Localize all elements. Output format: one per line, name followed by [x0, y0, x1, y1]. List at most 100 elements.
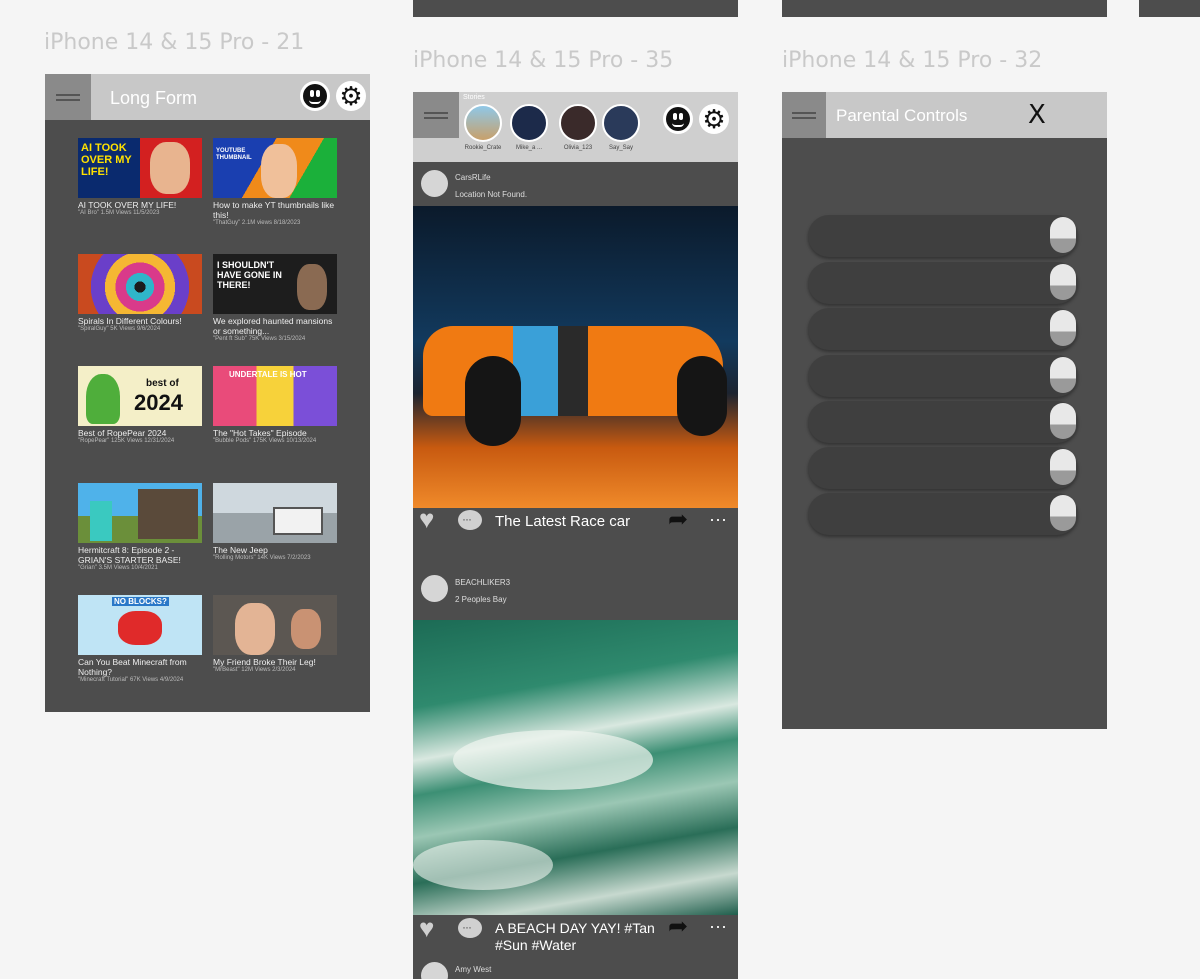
video-card[interactable]: NO BLOCKS? Can You Beat Minecraft from N… [78, 595, 202, 684]
story-item[interactable]: Rookie_Crate [463, 104, 503, 151]
menu-icon[interactable] [45, 74, 91, 120]
profile-icon[interactable] [663, 104, 693, 134]
gear-icon[interactable]: ⚙ [336, 81, 366, 111]
video-meta: "Minecraft Tutorial" 67K Views 4/9/2024 [78, 677, 184, 683]
video-card[interactable]: AI TOOK OVER MY LIFE! AI TOOK OVER MY LI… [78, 138, 202, 217]
video-card[interactable]: I SHOULDN'T HAVE GONE IN THERE! We explo… [213, 254, 337, 343]
heart-icon[interactable]: ♥ [419, 506, 434, 532]
story-name: Say_Say [608, 145, 633, 151]
jeep-thumb [273, 507, 323, 535]
header-bar: Parental Controls X [782, 92, 1107, 138]
comment-icon[interactable] [458, 510, 482, 530]
face-thumb [297, 264, 327, 310]
post-username[interactable]: Amy West [455, 965, 491, 974]
page-title: Parental Controls [836, 106, 968, 125]
partial-frame [413, 0, 738, 17]
video-thumbnail[interactable] [213, 483, 337, 543]
story-avatar [559, 104, 597, 142]
post-actions: ♥ The Latest Race car ➦ ··· [413, 506, 738, 536]
toggle-knob[interactable] [1050, 264, 1076, 300]
video-title: Can You Beat Minecraft from Nothing? [78, 657, 187, 677]
toggle-switch[interactable] [808, 401, 1078, 443]
partial-frame [782, 0, 1107, 17]
post-image[interactable] [413, 206, 738, 508]
race-car-wheel [465, 356, 521, 446]
toggle-switch[interactable] [808, 355, 1078, 397]
toggle-switch[interactable] [808, 447, 1078, 489]
story-name: Mike_a ... [515, 145, 542, 151]
thumbnail-text: AI TOOK OVER MY LIFE! [81, 142, 132, 178]
share-icon[interactable]: ➦ [668, 915, 688, 939]
avatar[interactable] [421, 170, 448, 197]
post-header: BEACHLIKER3 2 Peoples Bay [413, 567, 738, 611]
toggle-switch[interactable] [808, 262, 1078, 304]
thumbnail-text: NO BLOCKS? [112, 597, 169, 606]
menu-icon[interactable] [782, 92, 826, 138]
toggle-knob[interactable] [1050, 403, 1076, 439]
more-icon[interactable]: ··· [709, 510, 727, 528]
story-item[interactable]: Mike_a ... [509, 104, 549, 151]
face-thumb [150, 142, 190, 194]
video-card[interactable]: My Friend Broke Their Leg! "MrBeast" 12M… [213, 595, 337, 674]
toggle-knob[interactable] [1050, 217, 1076, 253]
wave-image [413, 840, 553, 890]
heart-icon[interactable]: ♥ [419, 915, 434, 941]
video-card[interactable]: The New Jeep "Rolling Motors" 14K Views … [213, 483, 337, 562]
frame-label-35: iPhone 14 & 15 Pro - 35 [413, 48, 674, 73]
post-username[interactable]: CarsRLife [455, 173, 491, 182]
avatar[interactable] [421, 962, 448, 979]
avatar[interactable] [421, 575, 448, 602]
gear-icon[interactable]: ⚙ [699, 104, 729, 134]
toggle-knob[interactable] [1050, 495, 1076, 531]
video-card[interactable]: YOUTUBE THUMBNAIL How to make YT thumbna… [213, 138, 337, 227]
toggle-switch[interactable] [808, 308, 1078, 350]
video-thumbnail[interactable] [213, 595, 337, 655]
toggle-switch[interactable] [808, 493, 1078, 535]
video-thumbnail[interactable] [78, 254, 202, 314]
toggle-knob[interactable] [1050, 357, 1076, 393]
face-thumb [261, 144, 297, 198]
more-icon[interactable]: ··· [709, 917, 727, 935]
video-meta: "RopePear" 125K Views 12/31/2024 [78, 438, 175, 444]
menu-icon[interactable] [413, 92, 459, 138]
video-meta: "ThatGuy" 2.1M views 8/18/2023 [213, 220, 301, 226]
frame-label-21: iPhone 14 & 15 Pro - 21 [44, 30, 305, 55]
video-thumbnail[interactable]: UNDERTALE IS HOT [213, 366, 337, 426]
video-title: We explored haunted mansions or somethin… [213, 316, 333, 336]
story-avatar [510, 104, 548, 142]
video-thumbnail[interactable]: NO BLOCKS? [78, 595, 202, 655]
story-item[interactable]: Olivia_123 [558, 104, 598, 151]
profile-icon[interactable] [300, 81, 330, 111]
thumbnail-text: 2024 [134, 390, 183, 415]
video-thumbnail[interactable]: I SHOULDN'T HAVE GONE IN THERE! [213, 254, 337, 314]
video-meta: "Rolling Motors" 14K Views 7/2/2023 [213, 555, 311, 561]
post-header: Amy West [413, 954, 738, 979]
post-image[interactable] [413, 620, 738, 915]
video-thumbnail[interactable]: YOUTUBE THUMBNAIL [213, 138, 337, 198]
post-username[interactable]: BEACHLIKER3 [455, 578, 510, 587]
close-button[interactable]: X [1028, 100, 1046, 130]
story-item[interactable]: Say_Say [601, 104, 641, 151]
video-card[interactable]: best of 2024 Best of RopePear 2024 "Rope… [78, 366, 202, 445]
video-title: AI TOOK OVER MY LIFE! [78, 200, 177, 210]
video-thumbnail[interactable] [78, 483, 202, 543]
parental-controls-screen: Parental Controls X [782, 92, 1107, 729]
video-thumbnail[interactable]: AI TOOK OVER MY LIFE! [78, 138, 202, 198]
video-title: The "Hot Takes" Episode [213, 428, 307, 438]
comment-icon[interactable] [458, 918, 482, 938]
long-form-screen: Long Form ⚙ AI TOOK OVER MY LIFE! AI TOO… [45, 74, 370, 712]
race-car-wheel [677, 356, 727, 436]
toggle-knob[interactable] [1050, 449, 1076, 485]
video-title: Best of RopePear 2024 [78, 428, 167, 438]
stories-bar: Stories Rookie_Crate Mike_a ... Olivia_1… [413, 92, 738, 162]
video-card[interactable]: UNDERTALE IS HOT The "Hot Takes" Episode… [213, 366, 337, 445]
toggle-knob[interactable] [1050, 310, 1076, 346]
video-card[interactable]: Hermitcraft 8: Episode 2 - GRIAN'S START… [78, 483, 202, 572]
video-card[interactable]: Spirals In Different Colours! "SpiralGuy… [78, 254, 202, 333]
thumbnail-text: UNDERTALE IS HOT [229, 370, 307, 379]
video-thumbnail[interactable]: best of 2024 [78, 366, 202, 426]
share-icon[interactable]: ➦ [668, 508, 688, 532]
video-title: How to make YT thumbnails like this! [213, 200, 335, 220]
story-avatar [464, 104, 502, 142]
toggle-switch[interactable] [808, 215, 1078, 257]
